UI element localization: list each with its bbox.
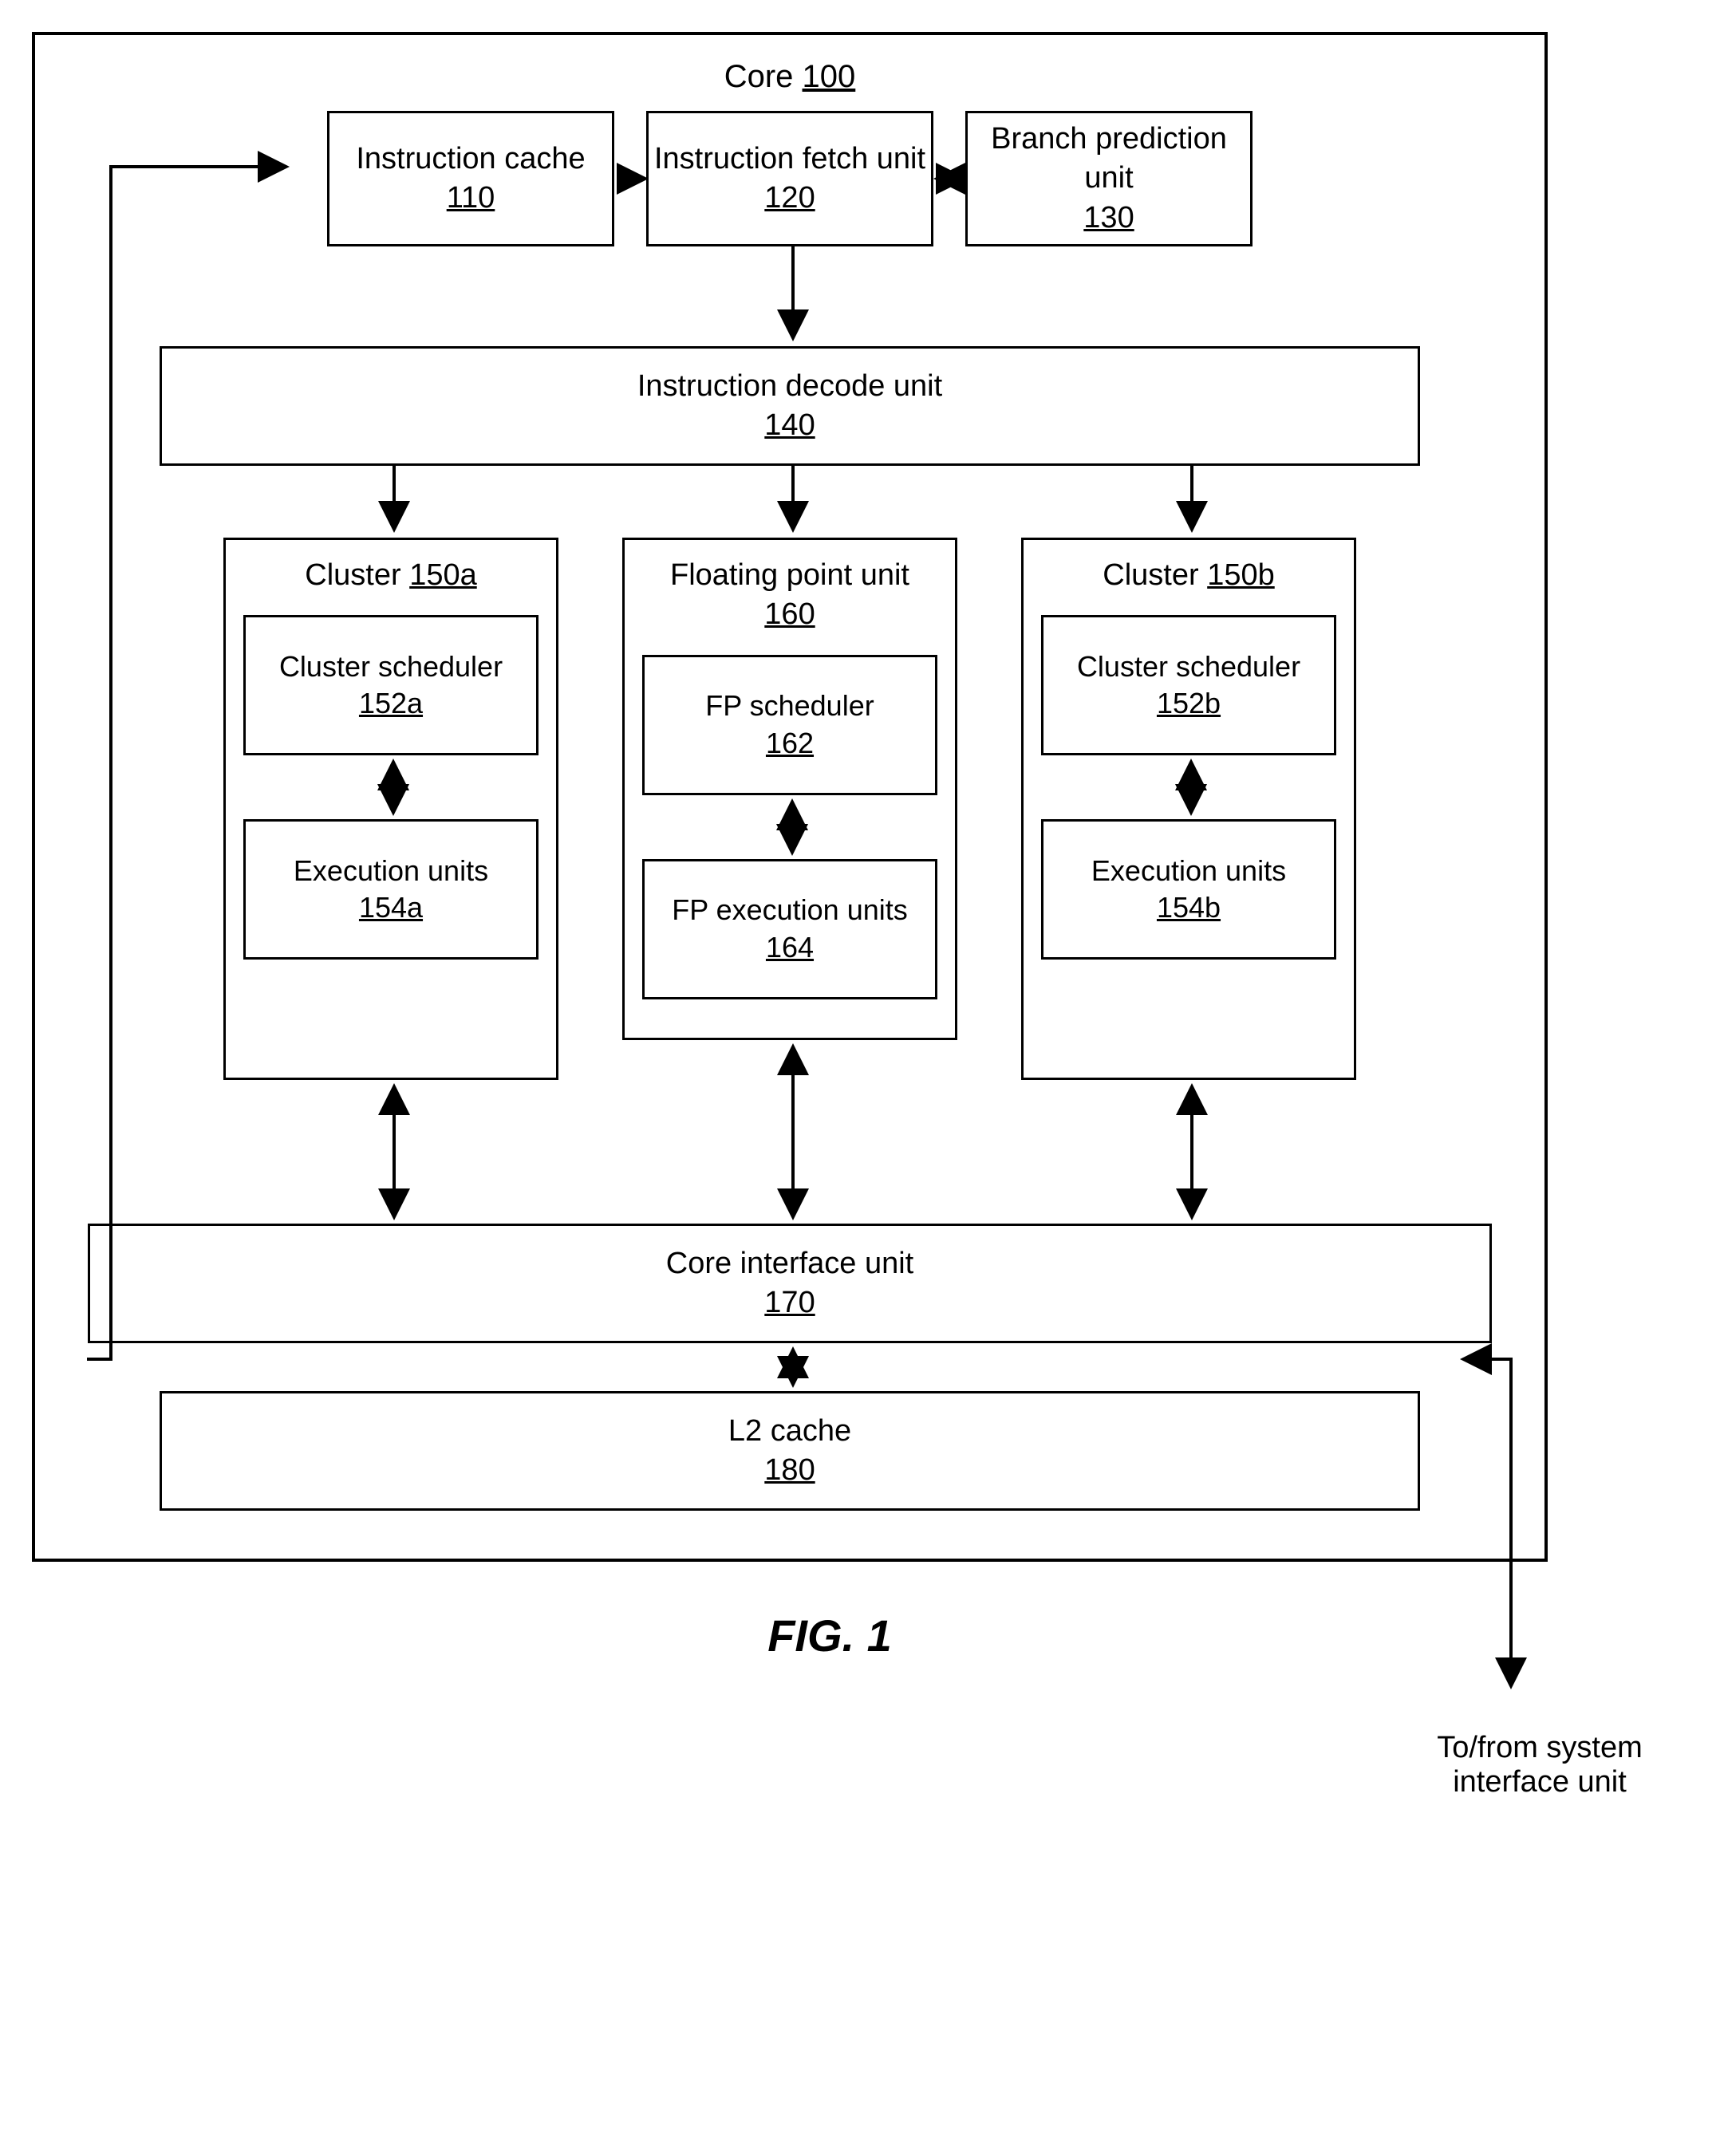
fp-label: Floating point unit: [670, 558, 909, 592]
ifetch-num: 120: [764, 179, 815, 218]
box-cluster-a-exec: Execution units 154a: [243, 819, 538, 960]
core-outer-box: Core 100 Instruction cache 110 Instructi…: [32, 32, 1548, 1562]
box-cluster-b-sched: Cluster scheduler 152b: [1041, 615, 1336, 755]
arrows-decode-to-clusters: [67, 466, 1583, 538]
ext-label: To/from system interface unit: [1420, 1731, 1659, 1799]
decode-num: 140: [764, 406, 815, 445]
core-title: Core 100: [67, 59, 1513, 95]
ciu-num: 170: [764, 1283, 815, 1322]
box-cluster-a-sched: Cluster scheduler 152a: [243, 615, 538, 755]
core-title-num: 100: [803, 59, 856, 94]
arrow-fp-inner: [645, 795, 980, 859]
fp-title: Floating point unit 160: [645, 556, 935, 635]
box-cluster-b-exec: Execution units 154b: [1041, 819, 1336, 960]
cluster-b-label: Cluster: [1103, 558, 1198, 592]
cluster-b-sched-label: Cluster scheduler: [1077, 648, 1300, 686]
cluster-a-exec-num: 154a: [359, 889, 423, 927]
cluster-a-exec-label: Execution units: [294, 853, 488, 890]
decode-label: Instruction decode unit: [637, 367, 942, 406]
box-cluster-b: Cluster 150b Cluster scheduler 152b Exec…: [1021, 538, 1356, 1080]
bpred-label: Branch prediction unit: [968, 120, 1250, 199]
arrow-cluster-b-inner: [1043, 755, 1379, 819]
box-icache: Instruction cache 110: [327, 111, 614, 246]
box-fp: Floating point unit 160 FP scheduler 162…: [622, 538, 957, 1040]
box-fp-exec: FP execution units 164: [642, 859, 937, 999]
arrow-ciu-to-l2: [67, 1343, 1583, 1391]
fp-sched-num: 162: [766, 725, 814, 763]
arrows-clusters-to-ciu: [67, 1080, 1583, 1224]
cluster-b-num: 150b: [1207, 558, 1275, 592]
l2-num: 180: [764, 1451, 815, 1490]
ciu-label: Core interface unit: [666, 1244, 914, 1283]
cluster-b-title: Cluster 150b: [1103, 556, 1274, 595]
cluster-b-inner-spacer: [1043, 755, 1334, 819]
bpred-num: 130: [1083, 199, 1134, 238]
cluster-a-sched-label: Cluster scheduler: [279, 648, 503, 686]
box-l2: L2 cache 180: [160, 1391, 1420, 1511]
core-title-text: Core: [724, 59, 794, 94]
row-clusters: Cluster 150a Cluster scheduler 152a Exec…: [67, 538, 1513, 1080]
icache-num: 110: [447, 179, 495, 218]
cluster-b-exec-num: 154b: [1157, 889, 1221, 927]
fp-sched-label: FP scheduler: [705, 688, 874, 725]
box-fp-sched: FP scheduler 162: [642, 655, 937, 795]
cluster-a-num: 150a: [409, 558, 477, 592]
spacer-2: [67, 466, 1513, 538]
box-decode: Instruction decode unit 140: [160, 346, 1420, 466]
spacer-4: [67, 1343, 1513, 1391]
box-cluster-a: Cluster 150a Cluster scheduler 152a Exec…: [223, 538, 558, 1080]
fp-exec-num: 164: [766, 929, 814, 967]
cluster-b-sched-num: 152b: [1157, 685, 1221, 723]
arrow-cluster-a-inner: [246, 755, 581, 819]
ifetch-label: Instruction fetch unit: [654, 140, 925, 179]
spacer-1: [67, 246, 1513, 346]
box-ifetch: Instruction fetch unit 120: [646, 111, 933, 246]
icache-label: Instruction cache: [356, 140, 585, 179]
arrow-ifetch-to-decode: [67, 246, 1583, 346]
cluster-b-exec-label: Execution units: [1091, 853, 1286, 890]
fp-exec-label: FP execution units: [672, 892, 908, 929]
figure-label: FIG. 1: [32, 1610, 1627, 1661]
l2-label: L2 cache: [728, 1412, 851, 1451]
cluster-a-sched-num: 152a: [359, 685, 423, 723]
box-ciu: Core interface unit 170: [88, 1224, 1492, 1343]
cluster-a-inner-spacer: [246, 755, 536, 819]
cluster-a-title: Cluster 150a: [305, 556, 476, 595]
box-bpred: Branch prediction unit 130: [965, 111, 1253, 246]
row-top: Instruction cache 110 Instruction fetch …: [67, 111, 1513, 246]
cluster-a-label: Cluster: [305, 558, 400, 592]
spacer-3: [67, 1080, 1513, 1224]
fp-inner-spacer: [645, 795, 935, 859]
fp-num: 160: [764, 597, 815, 631]
